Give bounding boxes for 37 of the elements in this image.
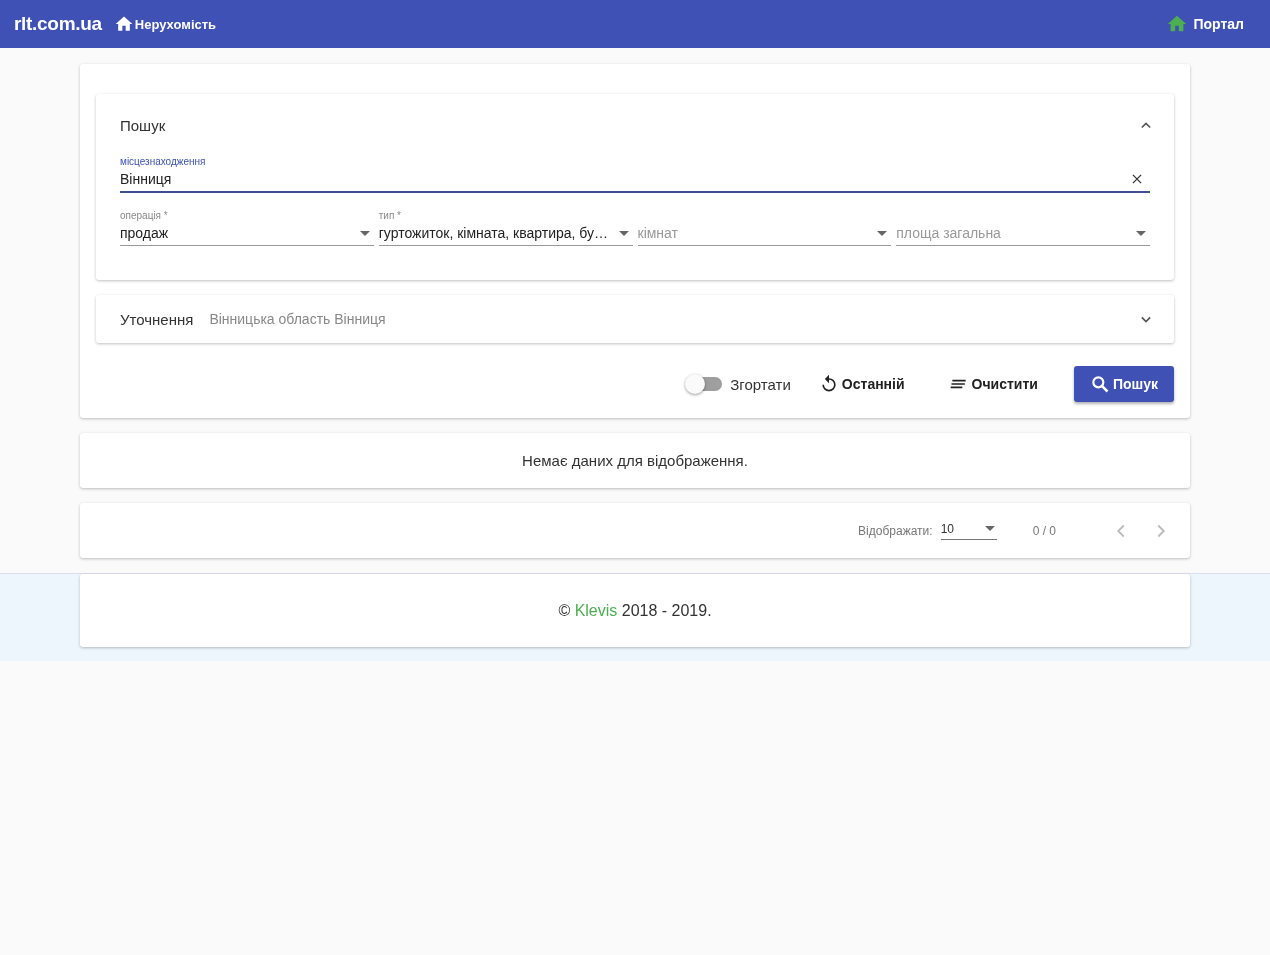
dropdown-arrow-icon xyxy=(984,526,995,531)
empty-message: Немає даних для відображення. xyxy=(522,452,748,469)
field-placeholder: кімнат xyxy=(637,225,678,241)
nav-link[interactable]: Нерухомість xyxy=(113,14,217,34)
dropdown-arrow-icon xyxy=(618,230,629,236)
toggle-switch[interactable] xyxy=(688,377,723,391)
close-icon[interactable] xyxy=(1130,172,1144,186)
history-button[interactable]: Останній xyxy=(810,366,913,402)
page-range: 0 / 0 xyxy=(1032,523,1056,538)
panel-title: Уточнення xyxy=(120,310,194,328)
dropdown-arrow-icon xyxy=(359,230,370,236)
copyright-text: © Klevis 2018 - 2019. xyxy=(558,601,712,620)
select-field[interactable]: операція * продаж xyxy=(120,210,374,246)
panel-title: Пошук xyxy=(120,116,166,134)
field-label: тип * xyxy=(378,210,402,221)
collapse-toggle[interactable]: Згортати xyxy=(688,375,791,393)
panel-summary: Вінницька область Вінниця xyxy=(209,311,387,327)
dropdown-arrow-icon xyxy=(1136,230,1146,236)
field-value: продаж xyxy=(120,225,169,241)
select-field[interactable]: тип * гуртожиток, кімната, квартира, бу… xyxy=(378,210,633,246)
field-value: гуртожиток, кімната, квартира, бу… xyxy=(378,225,609,241)
refine-panel[interactable]: Уточнення Вінницька область Вінниця xyxy=(96,295,1174,343)
toggle-label: Згортати xyxy=(730,375,791,393)
search-icon xyxy=(1089,374,1110,394)
search-button[interactable]: Пошук xyxy=(1073,366,1174,402)
page-size-select[interactable]: 10 xyxy=(940,521,997,540)
field-value: Вінниця xyxy=(120,171,172,187)
location-field[interactable]: місцезнаходження Вінниця xyxy=(120,156,1150,193)
portal-link[interactable]: Портал xyxy=(1166,13,1244,35)
page-size-label: Відображати: xyxy=(858,523,933,538)
field-label: операція * xyxy=(120,210,169,221)
home-icon xyxy=(113,14,134,34)
clear-button[interactable]: Очистити xyxy=(940,366,1046,402)
field-placeholder: площа загальна xyxy=(896,225,1001,241)
dropdown-arrow-icon xyxy=(877,230,888,236)
site-logo[interactable]: rlt.com.ua xyxy=(14,13,102,35)
field-label: місцезнаходження xyxy=(120,156,207,167)
